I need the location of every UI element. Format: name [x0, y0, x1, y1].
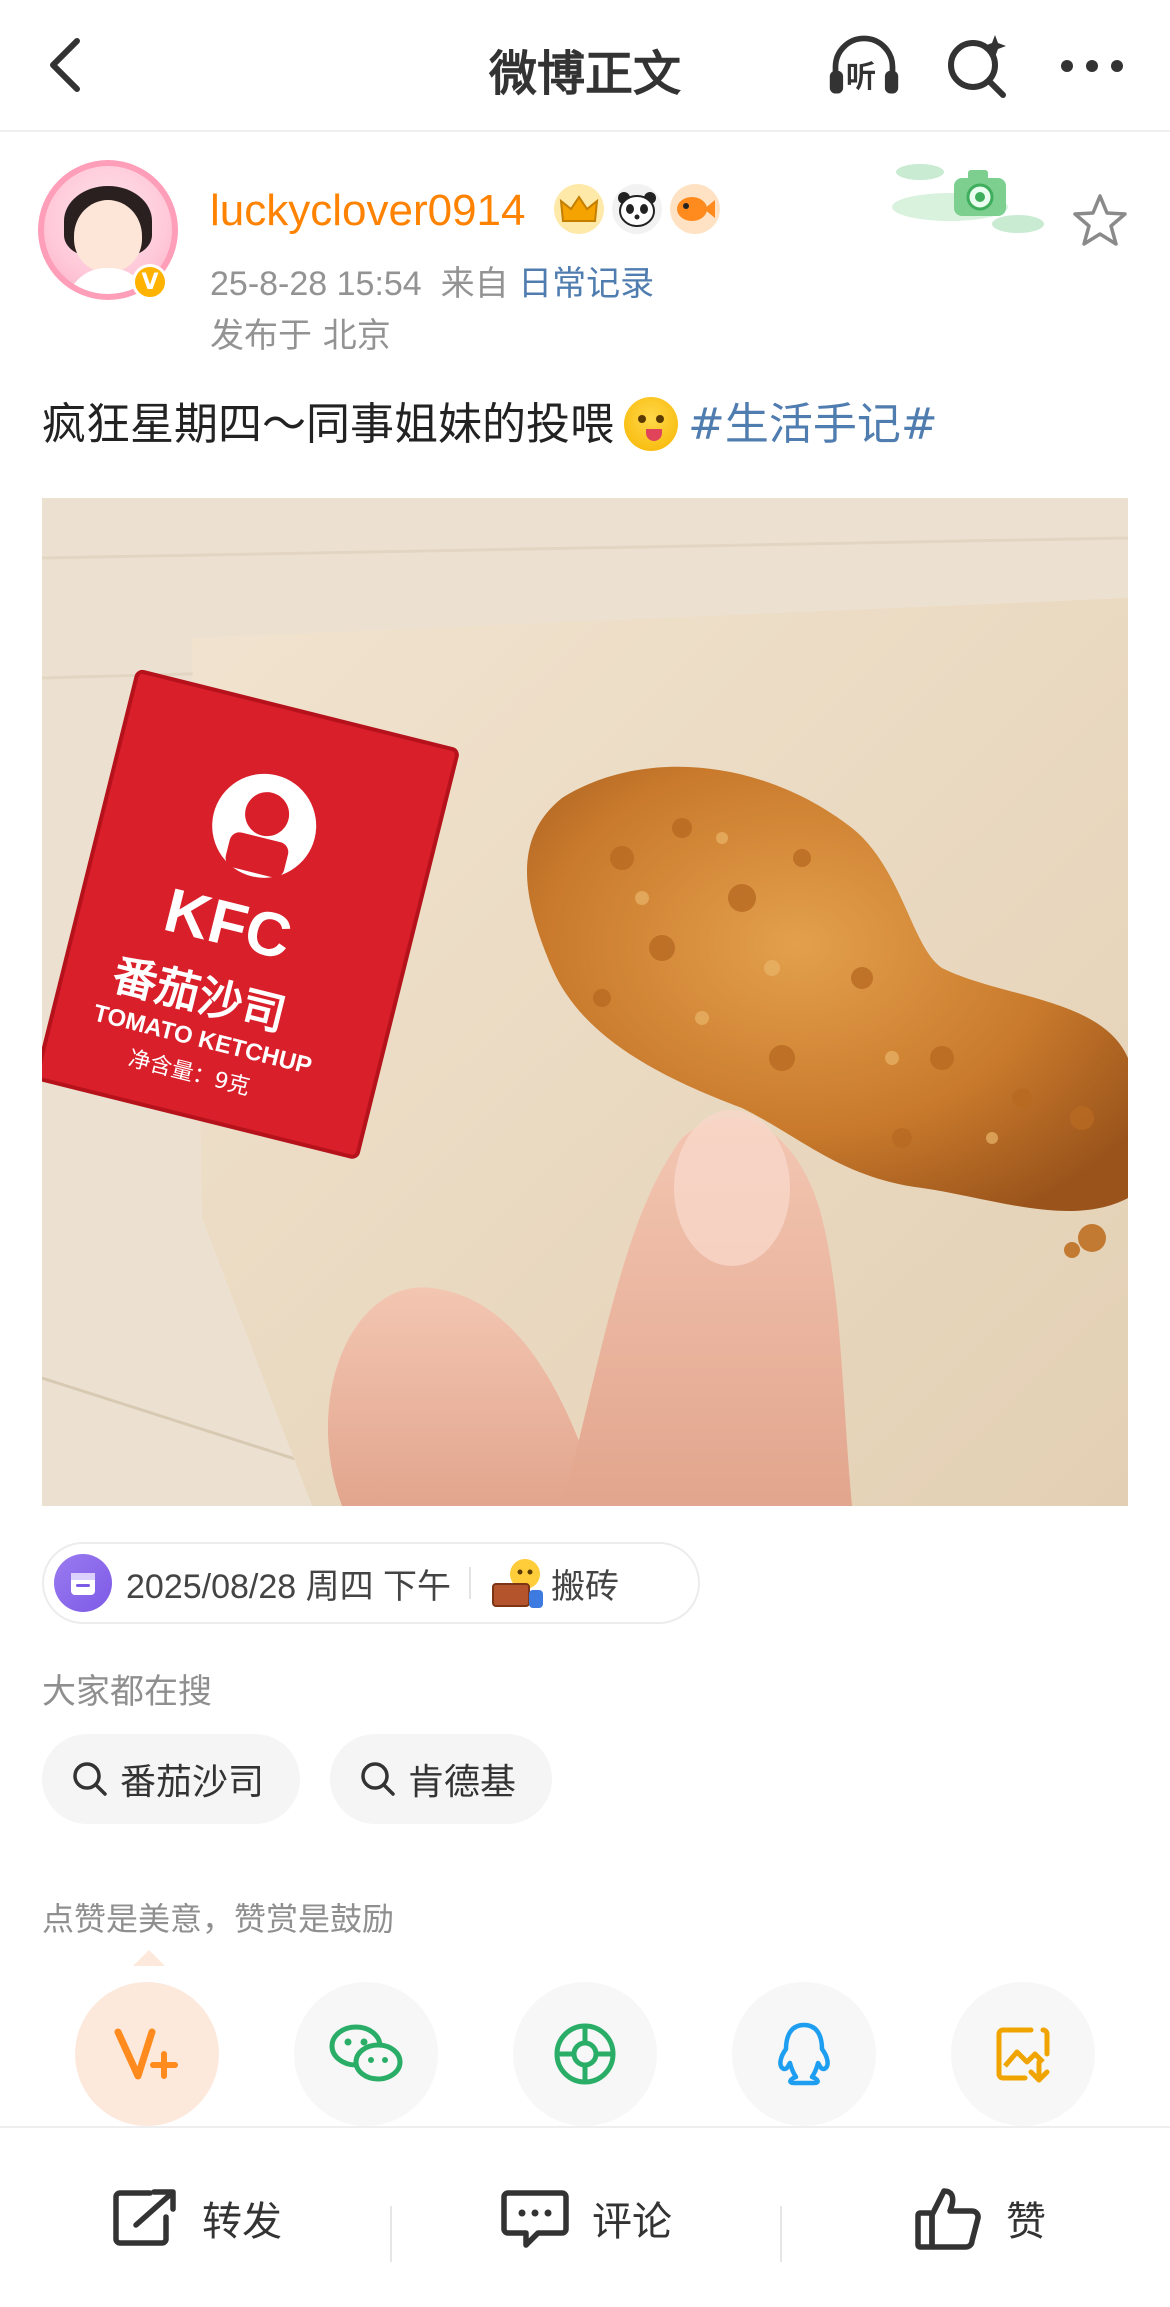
hot-search-text: 番茄沙司 — [120, 1762, 265, 1803]
yummy-emoji-icon — [624, 397, 678, 451]
bottom-action-bar: 转发 评论 赞 — [0, 2126, 1170, 2307]
post-time: 25-8-28 15:54 — [210, 265, 422, 303]
more-dots-icon — [1061, 60, 1123, 72]
reward-hint: 点赞是美意，赞赏是鼓励 — [42, 1900, 395, 1938]
star-icon — [1073, 194, 1127, 246]
search-icon — [361, 1762, 395, 1796]
qq-icon — [778, 2022, 830, 2086]
camera-decoration-icon — [890, 152, 1050, 242]
mood-date: 2025/08/28 周四 下午 — [126, 1567, 452, 1606]
source-prefix: 来自 — [440, 265, 509, 303]
moments-icon — [554, 2023, 616, 2085]
user-badges — [554, 184, 720, 234]
comment-icon — [501, 2190, 569, 2248]
post-image[interactable]: KFC 番茄沙司 TOMATO KETCHUP 净含量：9克 — [42, 498, 1128, 1506]
author-name[interactable]: luckyclover0914 — [210, 186, 526, 236]
wechat-icon — [329, 2024, 403, 2082]
share-qq-button[interactable] — [732, 1982, 876, 2126]
repost-label: 转发 — [202, 2199, 282, 2245]
post-text: 疯狂星期四～同事姐妹的投喂 — [42, 399, 614, 450]
hot-search-title: 大家都在搜 — [42, 1672, 212, 1712]
crown-badge-icon[interactable] — [554, 184, 604, 234]
top-nav-bar: 微博正文 听 — [0, 0, 1170, 132]
mood-chip[interactable]: 2025/08/28 周四 下午 搬砖 — [42, 1542, 700, 1624]
super-search-button[interactable] — [940, 28, 1016, 104]
fish-badge-icon[interactable] — [670, 184, 720, 234]
post-meta: 25-8-28 15:54 来自 日常记录 — [210, 256, 654, 305]
like-button[interactable]: 赞 — [914, 2178, 1046, 2258]
hot-search-item[interactable]: 肯德基 — [330, 1734, 553, 1824]
mood-label: 搬砖 — [551, 1566, 620, 1607]
topic-link[interactable]: #生活手记# — [688, 399, 938, 450]
save-image-icon — [996, 2027, 1050, 2083]
post-content: 疯狂星期四～同事姐妹的投喂 #生活手记# — [42, 388, 938, 452]
comment-button[interactable]: 评论 — [500, 2178, 672, 2258]
search-sparkle-icon — [948, 35, 1006, 98]
v-plus-icon — [114, 2028, 178, 2080]
more-button[interactable] — [1054, 28, 1130, 104]
share-wechat-button[interactable] — [294, 1982, 438, 2126]
listen-button[interactable]: 听 — [826, 28, 902, 104]
repost-button[interactable]: 转发 — [110, 2178, 282, 2258]
comment-label: 评论 — [592, 2199, 672, 2245]
repost-icon — [113, 2189, 176, 2246]
source-link[interactable]: 日常记录 — [518, 265, 654, 303]
listen-label: 听 — [846, 60, 876, 95]
search-icon — [73, 1762, 107, 1796]
verified-badge-icon: V — [132, 264, 168, 300]
share-vplus-button[interactable] — [75, 1982, 219, 2126]
post-location: 发布于 北京 — [210, 316, 391, 356]
photo-illustration: KFC 番茄沙司 TOMATO KETCHUP 净含量：9克 — [42, 498, 1128, 1506]
moving-bricks-icon — [489, 1554, 547, 1612]
like-label: 赞 — [1006, 2199, 1046, 2245]
hot-search-item[interactable]: 番茄沙司 — [42, 1734, 301, 1824]
panda-badge-icon[interactable] — [612, 184, 662, 234]
share-moments-button[interactable] — [513, 1982, 657, 2126]
thumbs-up-icon — [915, 2188, 981, 2250]
favorite-button[interactable] — [1070, 190, 1130, 250]
calendar-icon — [54, 1554, 112, 1612]
save-image-button[interactable] — [951, 1982, 1095, 2126]
hot-search-text: 肯德基 — [408, 1762, 517, 1803]
